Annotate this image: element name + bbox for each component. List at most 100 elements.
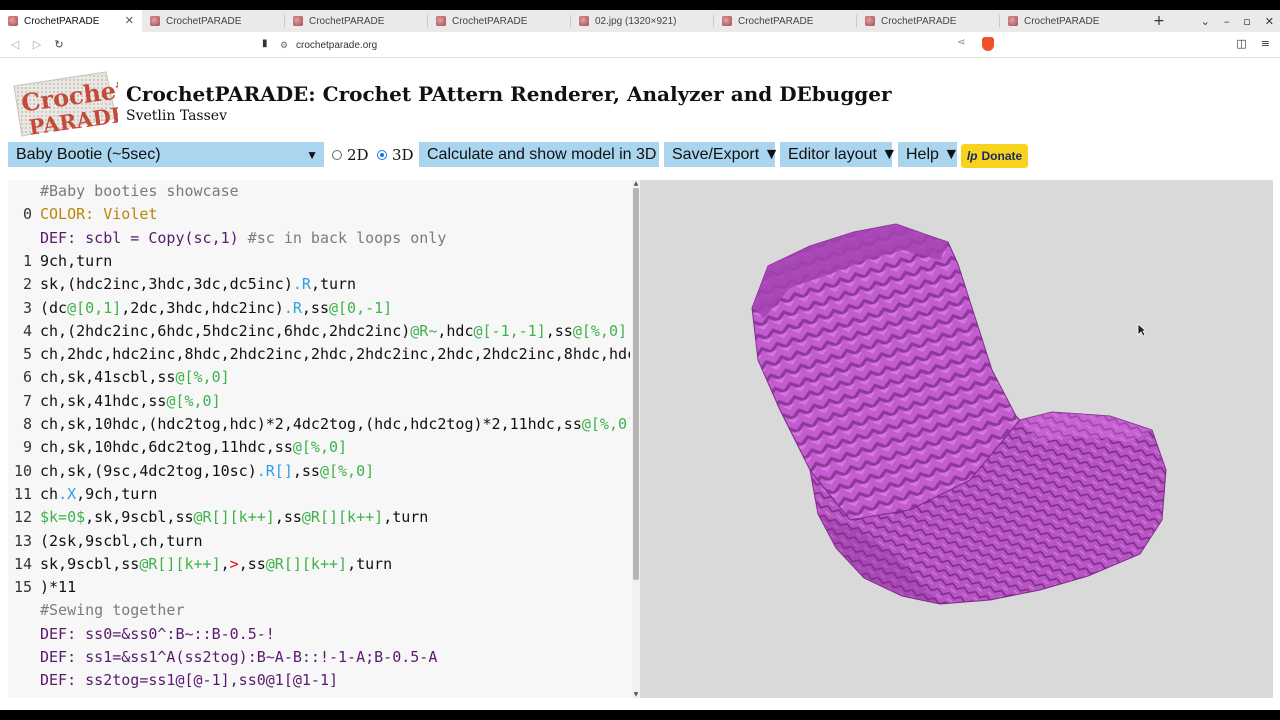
code-line[interactable]: 14 sk,9scbl,ss@R[][k++],>,ss@R[][k++],tur… <box>8 553 630 576</box>
pattern-select-value: Baby Bootie (~5sec) <box>16 145 161 163</box>
calculate-button[interactable]: Calculate and show model in 3D <box>419 142 659 167</box>
line-number: 14 <box>13 554 32 573</box>
reload-icon[interactable]: ↻ <box>48 38 70 51</box>
code-line[interactable]: DEF: scbl = Copy(sc,1) #sc in back loops… <box>8 227 630 250</box>
pattern-editor[interactable]: #Baby booties showcase 0 COLOR: Violet DEF:… <box>8 180 640 698</box>
code-line[interactable]: 4 ch,(2hdc2inc,6hdc,5hdc2inc,6hdc,2hdc2in… <box>8 320 630 343</box>
code-text: ch,sk,(9sc,4dc2tog,10sc).R[],ss@[%,0] <box>40 460 374 483</box>
bookmark-icon[interactable]: ▮ <box>262 38 268 49</box>
code-token: @[%,0] <box>175 368 230 387</box>
code-line[interactable]: 6 ch,sk,41scbl,ss@[%,0] <box>8 366 630 389</box>
code-token: ,ss <box>238 554 266 573</box>
code-token: ch <box>40 484 59 503</box>
code-token: 9ch,turn <box>40 251 113 270</box>
code-token: ,sk,9scbl,ss <box>85 508 194 527</box>
radio-3d[interactable]: 3D <box>377 146 414 164</box>
browser-tab[interactable]: CrochetPARADE ✕ <box>0 10 142 32</box>
site-info-icon[interactable]: ⚙ <box>280 40 290 51</box>
back-icon[interactable]: ◁ <box>4 38 26 51</box>
radio-3d-label: 3D <box>392 146 414 164</box>
code-line[interactable]: 9 ch,sk,10hdc,6dc2tog,11hdc,ss@[%,0] <box>8 436 630 459</box>
controls-bar: Baby Bootie (~5sec) ▼ 2D 3D Calculate an… <box>8 142 1278 168</box>
browser-tab[interactable]: CrochetPARADE <box>714 10 856 32</box>
code-text: (dc@[0,1],2dc,3hdc,hdc2inc).R,ss@[0,-1] <box>40 297 392 320</box>
author-name: Svetlin Tassev <box>126 108 227 124</box>
editor-scrollbar-thumb[interactable] <box>633 188 639 580</box>
code-token: ch,sk,10hdc,(hdc2tog,hdc)*2,4dc2tog,(hdc… <box>40 415 582 433</box>
code-line[interactable]: 3 (dc@[0,1],2dc,3hdc,hdc2inc).R,ss@[0,-1] <box>8 297 630 320</box>
code-token: @[-1,-1] <box>473 321 546 340</box>
browser-tab[interactable]: CrochetPARADE <box>1000 10 1142 32</box>
code-line[interactable]: 12 $k=0$,sk,9scbl,ss@R[][k++],ss@R[][k++]… <box>8 506 630 529</box>
code-token: ,9ch,turn <box>76 484 158 503</box>
code-line[interactable]: 11 ch.X,9ch,turn <box>8 483 630 506</box>
code-line[interactable]: 7 ch,sk,41hdc,ss@[%,0] <box>8 390 630 413</box>
close-window-icon[interactable]: ✕ <box>1265 15 1274 28</box>
code-line[interactable]: 10 ch,sk,(9sc,4dc2tog,10sc).R[],ss@[%,0] <box>8 460 630 483</box>
code-line[interactable]: #Sewing together <box>8 599 630 622</box>
forward-icon[interactable]: ▷ <box>26 38 48 51</box>
scroll-down-icon[interactable]: ▼ <box>632 691 640 698</box>
bootie-3d-model[interactable] <box>640 180 1273 698</box>
code-token: , <box>220 554 230 573</box>
browser-toolbar: ◁ ▷ ↻ ▮ ⚙ crochetparade.org ⋖ ◫ ≡ <box>0 32 1280 58</box>
donate-button[interactable]: lp Donate <box>961 144 1028 168</box>
code-line[interactable]: 5 ch,2hdc,hdc2inc,8hdc,2hdc2inc,2hdc,2hdc… <box>8 343 630 366</box>
tab-title: 02.jpg (1320×921) <box>595 15 677 27</box>
browser-tab[interactable]: CrochetPARADE <box>142 10 284 32</box>
browser-tab[interactable]: CrochetPARADE <box>428 10 570 32</box>
radio-2d[interactable]: 2D <box>332 146 369 164</box>
chevron-down-icon[interactable]: ⌄ <box>1201 15 1210 28</box>
brave-shield-icon[interactable] <box>982 37 994 51</box>
line-number: 10 <box>13 461 32 480</box>
favicon-icon <box>293 16 303 26</box>
radio-3d-circle[interactable] <box>377 150 387 160</box>
editor-scrollbar[interactable]: ▲ ▼ <box>632 180 640 698</box>
tab-title: CrochetPARADE <box>309 15 385 27</box>
radio-2d-circle[interactable] <box>332 150 342 160</box>
favicon-icon <box>722 16 732 26</box>
model-3d-viewport[interactable] <box>640 180 1273 698</box>
address-bar[interactable]: ⚙ crochetparade.org <box>280 36 1000 54</box>
new-tab-icon[interactable]: + <box>1148 13 1170 29</box>
code-text: (2sk,9scbl,ch,turn <box>40 530 203 553</box>
share-icon[interactable]: ⋖ <box>957 37 965 48</box>
save-export-button[interactable]: Save/Export ▼ <box>664 142 779 167</box>
scroll-up-icon[interactable]: ▲ <box>632 180 640 187</box>
code-line[interactable]: DEF: ss2tog=ss1@[@-1],ss0@1[@1-1] <box>8 669 630 692</box>
code-token: ch,(2hdc2inc,6hdc,5hdc2inc,6hdc,2hdc2inc… <box>40 321 411 340</box>
code-line[interactable]: 1 9ch,turn <box>8 250 630 273</box>
browser-tab[interactable]: CrochetPARADE <box>857 10 999 32</box>
page-title: CrochetPARADE: Crochet PAttern Renderer,… <box>126 82 892 106</box>
close-tab-icon[interactable]: ✕ <box>125 14 134 27</box>
code-token: #Sewing together <box>40 601 185 620</box>
code-line[interactable]: 15)*11 <box>8 576 630 599</box>
code-token: COLOR: Violet <box>40 205 158 224</box>
code-line[interactable]: 13 (2sk,9scbl,ch,turn <box>8 530 630 553</box>
minimize-icon[interactable]: – <box>1224 15 1230 28</box>
browser-tab[interactable]: CrochetPARADE <box>285 10 427 32</box>
mouse-cursor-icon <box>1137 323 1147 337</box>
code-text: )*11 <box>40 576 76 599</box>
editor-layout-button[interactable]: Editor layout ▼ <box>780 142 897 167</box>
code-line[interactable]: #Baby booties showcase <box>8 180 630 203</box>
help-button[interactable]: Help ▼ <box>898 142 959 167</box>
line-number: 5 <box>22 345 32 364</box>
code-line[interactable]: DEF: ss1=&ss1^A(ss2tog):B~A-B::!-1-A;B-0… <box>8 646 630 669</box>
window-controls: ⌄ – ▫ ✕ <box>1201 10 1274 32</box>
favicon-icon <box>150 16 160 26</box>
tab-title: CrochetPARADE <box>166 15 242 27</box>
code-text: DEF: ss2tog=ss1@[@-1],ss0@1[@1-1] <box>40 669 338 692</box>
code-line[interactable]: 2 sk,(hdc2inc,3hdc,3dc,dc5inc).R,turn <box>8 273 630 296</box>
code-text: sk,(hdc2inc,3hdc,3dc,dc5inc).R,turn <box>40 273 356 296</box>
menu-icon[interactable]: ≡ <box>1261 37 1270 50</box>
sidebar-toggle-icon[interactable]: ◫ <box>1236 37 1246 50</box>
code-line[interactable]: DEF: ss0=&ss0^:B~::B-0.5-! <box>8 623 630 646</box>
code-line[interactable]: 0 COLOR: Violet <box>8 203 630 226</box>
code-token: ,ss <box>545 321 573 340</box>
pattern-select[interactable]: Baby Bootie (~5sec) ▼ <box>8 142 324 167</box>
browser-tab[interactable]: 02.jpg (1320×921) <box>571 10 713 32</box>
code-token: @[%,0] <box>581 415 630 433</box>
maximize-icon[interactable]: ▫ <box>1243 15 1250 28</box>
code-line[interactable]: 8 ch,sk,10hdc,(hdc2tog,hdc)*2,4dc2tog,(hd… <box>8 413 630 436</box>
